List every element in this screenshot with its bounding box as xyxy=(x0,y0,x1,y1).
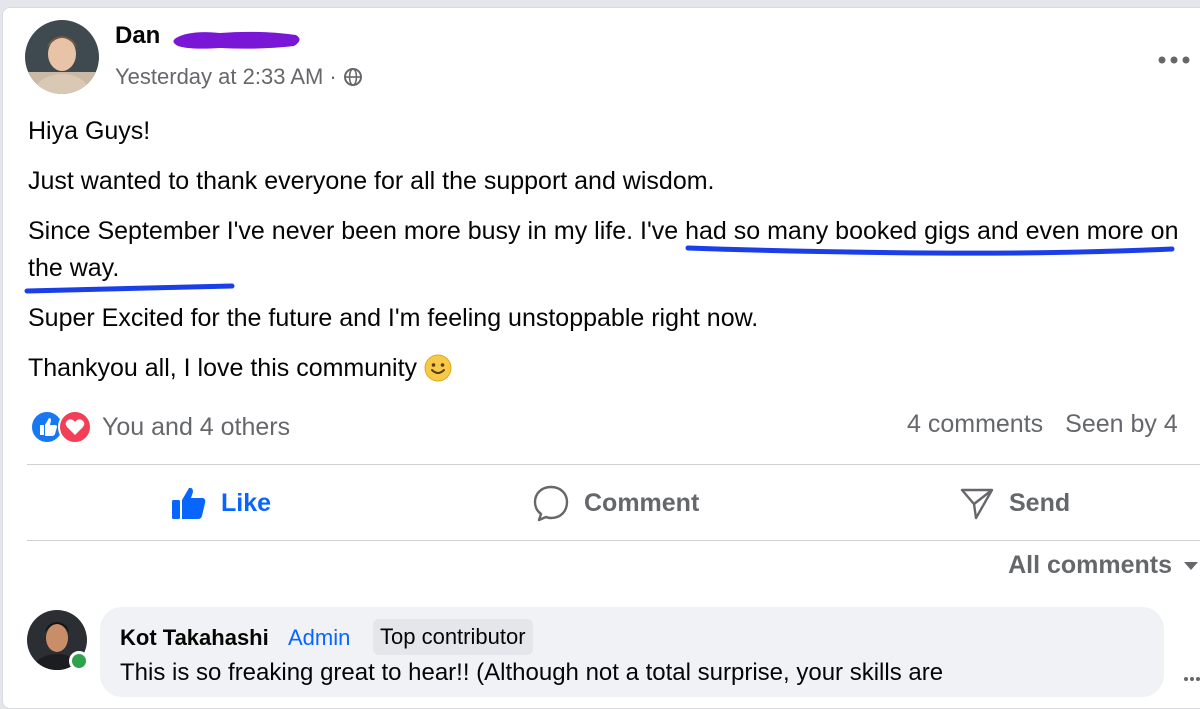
text-segment: Since September I've never been more bus… xyxy=(28,217,641,245)
text-segment: Thankyou all, I love this community xyxy=(28,354,424,382)
comment-icon xyxy=(533,485,569,522)
text-segment: . xyxy=(112,254,120,282)
more-options-button[interactable] xyxy=(1152,40,1196,80)
comment-more-options-button[interactable] xyxy=(1183,662,1200,688)
post-paragraph-highlight: Since September I've never been more bus… xyxy=(28,213,1188,287)
comment-bubble: Kot Takahashi Admin Top contributor This… xyxy=(100,607,1164,697)
divider xyxy=(27,540,1200,541)
like-label: Like xyxy=(221,488,272,517)
globe-icon xyxy=(343,68,362,86)
post-paragraph: Thankyou all, I love this community xyxy=(28,350,1188,387)
timestamp-text[interactable]: Yesterday at 2:33 AM · xyxy=(115,64,337,90)
send-label: Send xyxy=(1009,488,1071,517)
sort-label: All comments xyxy=(1008,551,1172,579)
reactions-text[interactable]: You and 4 others xyxy=(102,413,290,442)
comment-sort-dropdown[interactable]: All comments xyxy=(1008,551,1200,580)
post-timestamp[interactable]: Yesterday at 2:33 AM · xyxy=(115,64,363,90)
comments-count[interactable]: 4 comments xyxy=(907,410,1043,439)
post-action-bar: Like Comment Send xyxy=(27,467,1200,539)
love-reaction-icon xyxy=(58,410,92,444)
seen-by[interactable]: Seen by 4 xyxy=(1065,410,1178,439)
admin-badge[interactable]: Admin xyxy=(288,625,350,651)
send-button[interactable]: Send xyxy=(959,467,1070,539)
redaction-mark xyxy=(173,31,300,49)
post-stats: 4 comments Seen by 4 xyxy=(907,410,1178,439)
chevron-down-icon xyxy=(1184,561,1198,570)
post-body: Hiya Guys! Just wanted to thank everyone… xyxy=(28,113,1188,400)
online-status-indicator xyxy=(69,651,89,671)
comment-label: Comment xyxy=(584,488,700,517)
top-contributor-badge[interactable]: Top contributor xyxy=(373,619,533,655)
post-paragraph: Just wanted to thank everyone for all th… xyxy=(28,167,715,195)
comment-text: This is so freaking great to hear!! (Alt… xyxy=(120,659,944,686)
post-paragraph: Super Excited for the future and I'm fee… xyxy=(28,304,759,332)
comment-button[interactable]: Comment xyxy=(532,467,699,539)
author-avatar[interactable] xyxy=(25,20,99,94)
thumbs-up-icon xyxy=(172,487,206,519)
more-dots-icon xyxy=(1184,677,1200,681)
reactions-summary[interactable]: You and 4 others xyxy=(30,410,290,444)
divider xyxy=(27,464,1200,465)
author-name[interactable]: Dan xyxy=(115,22,160,50)
smile-emoji-icon xyxy=(424,354,452,382)
like-button[interactable]: Like xyxy=(171,467,271,539)
send-icon xyxy=(960,488,994,520)
more-dots-icon xyxy=(1158,56,1190,64)
post-paragraph: Hiya Guys! xyxy=(28,117,151,145)
commenter-name[interactable]: Kot Takahashi xyxy=(120,625,269,651)
